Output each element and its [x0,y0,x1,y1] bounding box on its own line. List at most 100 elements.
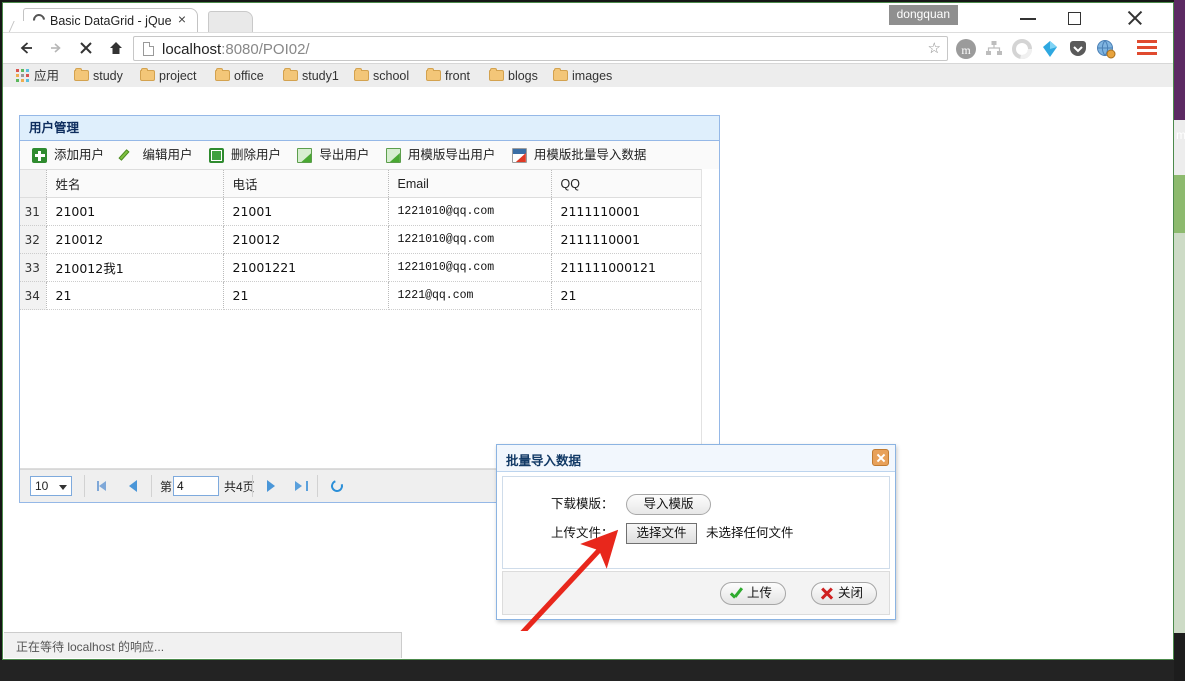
batch-import-dialog: 批量导入数据 下载模版： 导入模版 上传文件： 选择文件 未选择任何文件 上传 [496,444,896,620]
desktop-strip-dark [1174,633,1185,681]
panel-title: 用户管理 [20,116,719,141]
column-header-email[interactable]: Email [388,170,552,198]
extension-icon-ring[interactable] [1011,38,1033,60]
bookmark-apps-label[interactable]: 应用 [34,67,59,85]
file-status-text: 未选择任何文件 [705,526,794,540]
bookmark-study[interactable]: study [74,67,123,85]
status-text: 正在等待 localhost 的响应... [16,640,165,654]
bookmark-images[interactable]: images [553,67,612,85]
bookmark-star-icon[interactable]: ☆ [928,41,941,57]
page-number-input[interactable]: 4 [173,476,219,496]
upload-file-label: 上传文件： [551,526,614,540]
page-document-icon [143,42,154,56]
bookmark-blogs[interactable]: blogs [489,67,538,85]
cell-name: 21001 [46,197,224,226]
bookmark-label: images [572,69,613,83]
bookmark-front[interactable]: front [426,67,470,85]
extension-icon-diamond[interactable] [1039,38,1061,60]
browser-titlebar: Basic DataGrid - jQuery × dongquan [3,3,1173,32]
user-profile-chip[interactable]: dongquan [888,5,958,25]
edit-user-button[interactable]: 编辑用户 [118,141,193,169]
tab-close-icon[interactable]: × [175,12,189,26]
refresh-icon[interactable] [327,476,347,496]
last-page-icon[interactable] [291,476,311,496]
pager-divider [84,475,85,497]
first-page-icon[interactable] [94,476,114,496]
page-total-label: 共4页 [224,480,255,494]
bookmark-study1[interactable]: study1 [283,67,339,85]
chevron-down-icon [59,485,67,490]
table-row[interactable]: 33 210012我1 21001221 1221010@qq.com 2111… [20,253,719,282]
column-header-name[interactable]: 姓名 [46,170,224,198]
dialog-body: 下载模版： 导入模版 上传文件： 选择文件 未选择任何文件 [502,476,890,569]
choose-file-button[interactable]: 选择文件 [626,523,697,545]
import-template-icon [511,148,527,163]
browser-window: Basic DataGrid - jQuery × dongquan local… [2,2,1174,660]
bookmark-school[interactable]: school [354,67,409,85]
prev-page-icon[interactable] [124,476,144,496]
url-text: localhost:8080/POI02/ [162,41,310,58]
import-template-button[interactable]: 导入模版 [626,494,711,516]
back-icon[interactable] [11,33,41,63]
cancel-button[interactable]: 关闭 [810,582,877,605]
check-icon [730,589,742,599]
delete-user-button[interactable]: 删除用户 [208,141,281,169]
home-icon[interactable] [101,33,131,63]
cell-email: 1221@qq.com [388,281,552,310]
bookmark-project[interactable]: project [140,67,197,85]
bookmark-office[interactable]: office [215,67,264,85]
tab-strip: Basic DataGrid - jQuery × [3,3,963,32]
bookmark-label: office [234,69,264,83]
column-header-qq[interactable]: QQ [551,170,719,198]
extension-icon-globe[interactable] [1095,38,1117,60]
bookmark-label: front [445,69,471,83]
column-header-phone[interactable]: 电话 [223,170,389,198]
upload-button-label: 上传 [746,586,772,600]
table-row[interactable]: 31 21001 21001 1221010@qq.com 2111110001 [20,197,719,226]
table-header-row: 姓名 电话 Email QQ [20,170,719,198]
close-icon[interactable] [872,449,889,466]
cell-name: 21 [46,281,224,310]
folder-icon [140,68,155,81]
address-bar[interactable]: localhost:8080/POI02/ ☆ [133,36,948,61]
browser-menu-icon[interactable] [1137,40,1157,56]
extension-icon-pocket[interactable] [1067,38,1089,60]
export-with-template-button[interactable]: 用模版导出用户 [385,141,495,169]
bookmark-label: blogs [508,69,538,83]
pager-divider [317,475,318,497]
table-row[interactable]: 34 21 21 1221@qq.com 21 [20,281,719,310]
batch-import-button[interactable]: 用模版批量导入数据 [511,141,646,169]
window-minimize-button[interactable] [1005,3,1051,32]
window-close-button[interactable] [1111,3,1157,32]
page-size-select[interactable]: 10 [30,476,72,496]
stop-icon[interactable] [71,33,101,63]
desktop-strip-purple [1174,0,1185,120]
toolbar-label: 编辑用户 [142,148,193,162]
upload-button[interactable]: 上传 [719,582,786,605]
add-user-button[interactable]: 添加用户 [32,141,104,169]
svg-text:m: m [961,43,971,57]
apps-grid-icon[interactable] [16,69,30,83]
row-number: 31 [20,197,47,226]
forward-icon[interactable] [41,33,71,63]
next-page-icon[interactable] [261,476,281,496]
cell-name: 210012 [46,225,224,254]
browser-tab[interactable]: Basic DataGrid - jQuery × [23,8,198,32]
column-header-rownum [20,170,47,198]
page-size-value: 10 [35,479,49,493]
window-maximize-button[interactable] [1052,3,1098,32]
tab-title: Basic DataGrid - jQuery [50,14,172,28]
export-user-button[interactable]: 导出用户 [297,141,369,169]
folder-icon [74,68,89,81]
grid-vertical-scrollbar[interactable] [701,169,719,469]
table-row[interactable]: 32 210012 210012 1221010@qq.com 21111100… [20,225,719,254]
loading-spinner-icon [30,11,48,29]
desktop-bottom-area [0,660,1174,681]
extension-icon-m[interactable]: m [955,38,977,60]
extension-icon-sitemap[interactable] [983,38,1005,60]
new-tab-button[interactable] [208,11,253,32]
desktop-text-fragment: m [1176,128,1185,142]
browser-status-bar: 正在等待 localhost 的响应... [4,632,402,658]
desktop-strip-green [1174,175,1185,233]
folder-icon [283,68,298,81]
